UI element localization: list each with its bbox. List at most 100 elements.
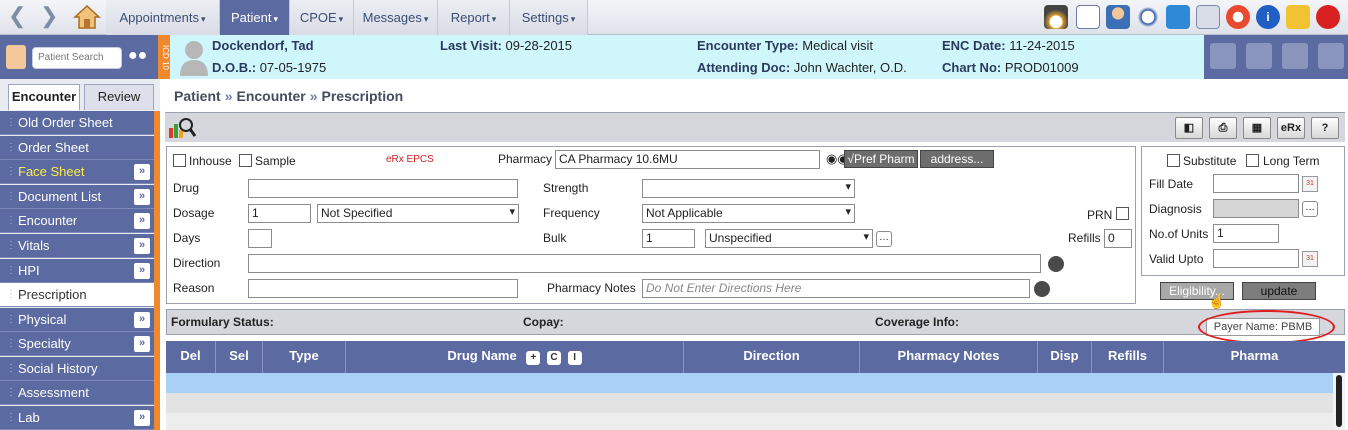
direction-search-icon[interactable]	[1048, 256, 1064, 272]
sidebar-item-assessment[interactable]: ⋮ Assessment	[0, 381, 154, 405]
info-drug-button[interactable]: I	[567, 351, 582, 365]
copy-drug-button[interactable]: C	[546, 351, 561, 365]
expand-chevron-icon[interactable]: »	[134, 410, 150, 426]
erx-button[interactable]: eRx	[1277, 117, 1305, 139]
update-button[interactable]: update	[1242, 282, 1316, 300]
home-icon[interactable]	[73, 4, 101, 30]
valid-upto-calendar-icon[interactable]: 31	[1302, 251, 1318, 267]
patient-network-icon[interactable]	[1318, 43, 1344, 69]
print-button[interactable]: ⎙	[1209, 117, 1237, 139]
card-reader-icon[interactable]	[1210, 43, 1236, 69]
people-icon[interactable]: ●●	[128, 47, 152, 69]
reason-input[interactable]	[248, 279, 518, 298]
substitute-checkbox[interactable]	[1167, 154, 1180, 167]
units-input[interactable]: 1	[1213, 224, 1279, 243]
diagnosis-input[interactable]	[1213, 199, 1299, 218]
table-row[interactable]	[166, 413, 1333, 430]
table-scroll-thumb[interactable]	[1336, 375, 1342, 427]
bulk-more-icon[interactable]: …	[876, 231, 892, 247]
col-del[interactable]: Del	[166, 341, 216, 373]
col-sel[interactable]: Sel	[216, 341, 263, 373]
power-logout-icon[interactable]	[1316, 5, 1340, 29]
bulk-unit-select[interactable]: Unspecified	[705, 229, 873, 248]
info-icon[interactable]: i	[1256, 5, 1280, 29]
patient-document-icon[interactable]	[1282, 43, 1308, 69]
sidebar-item-encounter[interactable]: ⋮ Encounter»	[0, 209, 154, 233]
breadcrumb-encounter[interactable]: Encounter	[236, 88, 305, 104]
forward-arrow-icon[interactable]: ❯	[40, 3, 58, 29]
address-button[interactable]: address...	[920, 150, 994, 168]
documents-icon[interactable]	[1196, 5, 1220, 29]
sidebar-item-prescription[interactable]: ⋮ Prescription	[0, 283, 154, 307]
menu-patient[interactable]: Patient ▾	[220, 0, 290, 35]
lifesaver-help-icon[interactable]	[1226, 5, 1250, 29]
sidebar-item-old-order-sheet[interactable]: ⋮ Old Order Sheet	[0, 111, 154, 135]
sidebar-item-vitals[interactable]: ⋮ Vitals»	[0, 234, 154, 258]
calculator-button[interactable]: ▦	[1243, 117, 1271, 139]
drug-search-chart-icon[interactable]	[167, 116, 197, 140]
user-icon[interactable]	[6, 45, 26, 69]
sidebar-item-hpi[interactable]: ⋮ HPI»	[0, 259, 154, 283]
sidebar-item-physical[interactable]: ⋮ Physical»	[0, 308, 154, 332]
fill-date-input[interactable]	[1213, 174, 1299, 193]
breadcrumb-patient[interactable]: Patient	[174, 88, 221, 104]
strength-select[interactable]	[642, 179, 855, 198]
pharmacy-notes-input[interactable]: Do Not Enter Directions Here	[642, 279, 1030, 298]
menu-settings[interactable]: Settings ▾	[510, 0, 588, 35]
menu-appointments[interactable]: Appointments ▾	[106, 0, 220, 35]
menu-report[interactable]: Report ▾	[438, 0, 510, 35]
table-scrollbar[interactable]	[1333, 373, 1345, 430]
diagnosis-more-icon[interactable]: …	[1302, 201, 1318, 217]
help-button[interactable]: ?	[1311, 117, 1339, 139]
drug-input[interactable]	[248, 179, 518, 198]
expand-chevron-icon[interactable]: »	[134, 213, 150, 229]
sidebar-item-specialty[interactable]: ⋮ Specialty»	[0, 332, 154, 356]
days-input[interactable]	[248, 229, 272, 248]
valid-upto-input[interactable]	[1213, 249, 1299, 268]
expand-chevron-icon[interactable]: »	[134, 238, 150, 254]
pref-pharm-button[interactable]: √Pref Pharm	[844, 150, 918, 168]
col-pharmacy-notes[interactable]: Pharmacy Notes	[860, 341, 1038, 373]
tab-review[interactable]: Review	[84, 84, 154, 110]
expand-chevron-icon[interactable]: »	[134, 336, 150, 352]
sidebar-item-order-sheet[interactable]: ⋮ Order Sheet	[0, 136, 154, 160]
table-row[interactable]	[166, 373, 1333, 393]
col-type[interactable]: Type	[263, 341, 346, 373]
dosage-unit-select[interactable]: Not Specified	[317, 204, 519, 223]
inbox-download-icon[interactable]	[1166, 5, 1190, 29]
expand-chevron-icon[interactable]: »	[134, 263, 150, 279]
provider-icon[interactable]	[1106, 5, 1130, 29]
add-drug-button[interactable]: +	[526, 351, 541, 365]
col-disp[interactable]: Disp	[1038, 341, 1092, 373]
expand-chevron-icon[interactable]: »	[134, 164, 150, 180]
pharmacy-input[interactable]: CA Pharmacy 10.6MU	[555, 150, 820, 169]
preview-button[interactable]: ◧	[1175, 117, 1203, 139]
dosage-input[interactable]: 1	[248, 204, 311, 223]
table-row[interactable]	[166, 393, 1333, 413]
patient-search-input[interactable]: Patient Search	[32, 47, 122, 69]
back-arrow-icon[interactable]: ❮	[8, 3, 26, 29]
calendar-clock-icon[interactable]	[1076, 5, 1100, 29]
menu-messages[interactable]: Messages ▾	[354, 0, 438, 35]
bulk-input[interactable]: 1	[642, 229, 695, 248]
frequency-select[interactable]: Not Applicable	[642, 204, 855, 223]
sidebar-scrollbar[interactable]	[154, 111, 160, 430]
sample-checkbox[interactable]	[239, 154, 252, 167]
direction-input[interactable]	[248, 254, 1041, 273]
fill-date-calendar-icon[interactable]: 31	[1302, 176, 1318, 192]
sidebar-item-social-history[interactable]: ⋮ Social History	[0, 357, 154, 381]
tab-encounter[interactable]: Encounter	[8, 84, 80, 110]
prn-checkbox[interactable]	[1116, 207, 1129, 220]
menu-cpoe[interactable]: CPOE ▾	[290, 0, 354, 35]
sidebar-item-face-sheet[interactable]: ⋮ Face Sheet»	[0, 160, 154, 184]
lock-icon[interactable]	[1286, 5, 1310, 29]
expand-chevron-icon[interactable]: »	[134, 312, 150, 328]
col-direction[interactable]: Direction	[684, 341, 860, 373]
sidebar-item-lab[interactable]: ⋮ Lab»	[0, 406, 154, 430]
stethoscope-icon[interactable]	[1136, 5, 1160, 29]
refills-input[interactable]: 0	[1104, 229, 1132, 248]
dashboard-gauge-icon[interactable]	[1044, 5, 1068, 29]
col-drug-name[interactable]: Drug Name + C I	[346, 341, 684, 373]
expand-chevron-icon[interactable]: »	[134, 189, 150, 205]
col-refills[interactable]: Refills	[1092, 341, 1164, 373]
